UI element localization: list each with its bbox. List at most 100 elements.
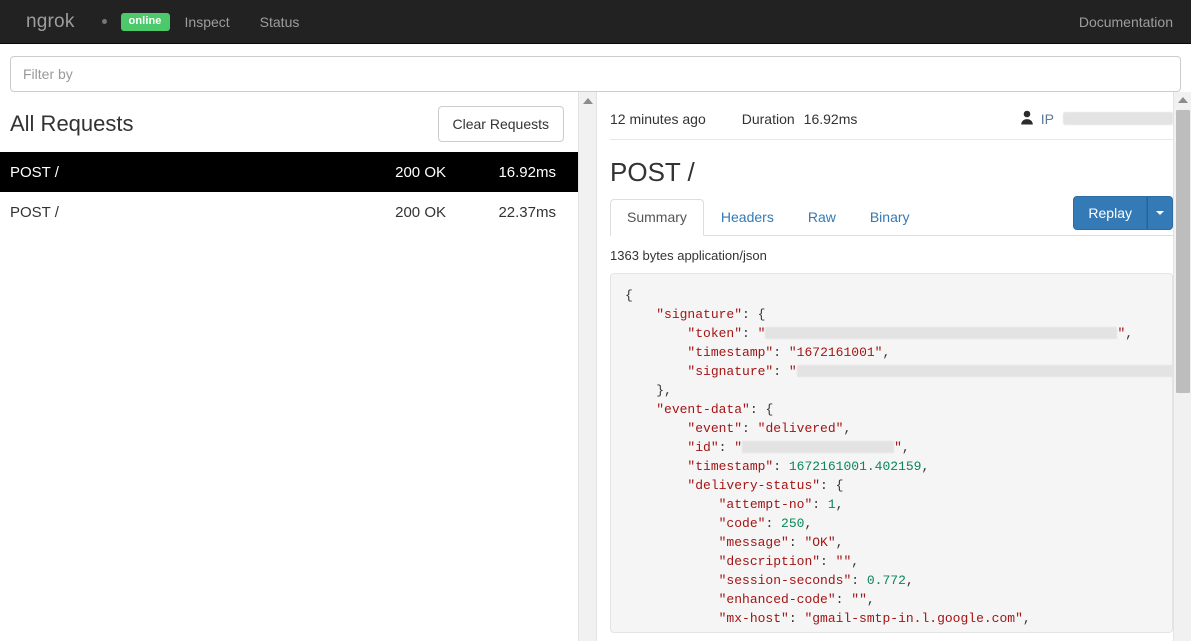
json-token-punct: }, (656, 383, 672, 398)
json-line: "timestamp": "1672161001", (625, 343, 1158, 362)
replay-dropdown-toggle[interactable] (1147, 196, 1173, 230)
tab-binary[interactable]: Binary (853, 199, 927, 236)
requests-list-pane: All Requests Clear Requests POST / 200 OK… (0, 92, 578, 641)
json-token-str: "enhanced-code" (718, 592, 836, 607)
json-token-str: " (788, 364, 797, 379)
json-token-str: "event-data" (656, 402, 750, 417)
nav-link-inspect[interactable]: Inspect (170, 0, 245, 44)
json-token-str: "id" (687, 440, 719, 455)
detail-scrollbar-thumb[interactable] (1176, 110, 1190, 393)
request-row-duration: 16.92ms (498, 163, 556, 181)
brand-logo[interactable]: ngrok (0, 0, 90, 44)
all-requests-title: All Requests (10, 111, 134, 136)
request-row[interactable]: POST / 200 OK 16.92ms (0, 152, 578, 192)
json-token-str: " (757, 326, 766, 341)
request-detail-pane: 12 minutes ago Duration 16.92ms IP POST … (597, 92, 1191, 641)
json-line: "enhanced-code": "", (625, 590, 1158, 609)
requests-list: POST / 200 OK 16.92ms POST / 200 OK 22.37ms (0, 152, 578, 232)
json-token-punct: , (835, 535, 844, 550)
json-token-num: 1672161001.402159 (788, 459, 922, 474)
json-line: "mx-host": "gmail-smtp-in.l.google.com", (625, 609, 1158, 628)
navbar-right-group: Documentation (1057, 0, 1173, 44)
json-token-str: "delivered" (757, 421, 844, 436)
json-token-punct: , (905, 573, 914, 588)
json-token-punct: : (788, 611, 805, 626)
body-size-label: 1363 bytes application/json (610, 248, 767, 263)
request-row-status: 200 OK (395, 203, 446, 221)
json-line: "id": " ", (625, 438, 1158, 457)
json-token-punct: : (765, 516, 782, 531)
filter-bar (0, 44, 1191, 92)
tabs-container: Summary Headers Raw Binary (610, 198, 927, 236)
request-title: POST / (610, 157, 695, 187)
json-token-punct: : (812, 497, 828, 512)
json-token-str: "code" (718, 516, 766, 531)
tab-summary[interactable]: Summary (610, 199, 704, 236)
request-row-status: 200 OK (395, 163, 446, 181)
chevron-down-icon (1156, 211, 1164, 215)
json-token-punct: , (882, 345, 891, 360)
json-token-punct: : (742, 326, 758, 341)
client-ip-group: IP (1020, 110, 1173, 127)
ip-label: IP (1040, 110, 1054, 127)
json-line: "session-seconds": 0.772, (625, 571, 1158, 590)
json-line: "description": "", (625, 552, 1158, 571)
request-meta-row: 12 minutes ago Duration 16.92ms IP (610, 92, 1173, 140)
tab-raw[interactable]: Raw (791, 199, 853, 236)
json-token-punct: , (851, 554, 860, 569)
top-navbar: ngrok online Inspect Status Documentatio… (0, 0, 1191, 44)
person-icon (1020, 110, 1034, 127)
json-token-str: "message" (718, 535, 789, 550)
redacted-value (765, 327, 1118, 339)
json-token-str: "attempt-no" (718, 497, 813, 512)
main-split-layout: All Requests Clear Requests POST / 200 OK… (0, 92, 1191, 641)
filter-input[interactable] (10, 56, 1181, 92)
left-pane-scrollbar[interactable] (578, 92, 597, 641)
json-token-str: "1672161001" (788, 345, 883, 360)
json-token-punct: , (843, 421, 852, 436)
json-token-punct: : (742, 421, 758, 436)
ip-value-redacted (1063, 112, 1173, 125)
json-token-punct: , (1022, 611, 1031, 626)
clear-requests-button[interactable]: Clear Requests (437, 106, 564, 142)
detail-pane-scrollbar[interactable] (1173, 92, 1191, 641)
json-token-punct: , (804, 516, 813, 531)
duration-value: 16.92ms (803, 110, 858, 127)
json-token-str: "signature" (687, 364, 774, 379)
nav-link-status[interactable]: Status (245, 0, 315, 44)
json-line: "timestamp": 1672161001.402159, (625, 457, 1158, 476)
json-line: }, (625, 381, 1158, 400)
json-line: "code": 250, (625, 514, 1158, 533)
nav-link-documentation[interactable]: Documentation (1079, 0, 1173, 44)
json-token-str: "token" (687, 326, 743, 341)
json-token-punct: , (1125, 326, 1134, 341)
json-line: { (625, 286, 1158, 305)
detail-tabs: Summary Headers Raw Binary Replay (610, 196, 1173, 236)
json-token-punct: : (773, 345, 789, 360)
json-line: "token": " ", (625, 324, 1158, 343)
json-token-str: "OK" (804, 535, 836, 550)
status-badge: online (120, 12, 170, 31)
json-token-punct: , (901, 440, 910, 455)
redacted-value (742, 441, 895, 453)
replay-split-button: Replay (1073, 196, 1173, 230)
json-token-str: "description" (718, 554, 821, 569)
replay-button[interactable]: Replay (1073, 196, 1147, 230)
tab-headers[interactable]: Headers (704, 199, 791, 236)
json-token-punct: : { (820, 478, 844, 493)
json-token-num: 0.772 (866, 573, 906, 588)
request-row-path: POST / (10, 203, 59, 221)
json-token-punct: , (835, 497, 844, 512)
status-dot-icon (101, 19, 107, 24)
json-token-num: 250 (781, 516, 805, 531)
json-line: "event": "delivered", (625, 419, 1158, 438)
json-token-str: " (734, 440, 743, 455)
request-row[interactable]: POST / 200 OK 22.37ms (0, 192, 578, 232)
duration-label: Duration (741, 110, 795, 127)
json-line: "event-data": { (625, 400, 1158, 419)
json-line: "attempt-no": 1, (625, 495, 1158, 514)
detail-scroll-up-arrow-icon[interactable] (1178, 97, 1188, 103)
scroll-up-arrow-icon[interactable] (583, 98, 593, 104)
json-body-viewer[interactable]: { "signature": { "token": " ", "timestamp… (610, 273, 1173, 633)
json-line: "message": "OK", (625, 533, 1158, 552)
